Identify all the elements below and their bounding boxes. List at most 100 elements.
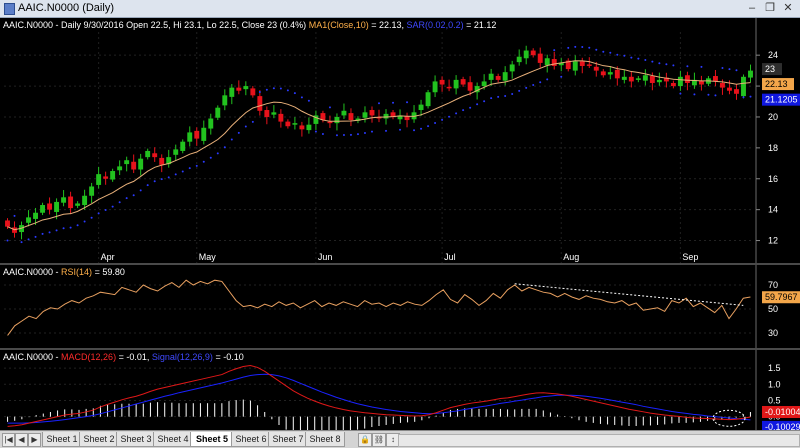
candle	[572, 61, 578, 71]
candle	[180, 141, 186, 151]
sar-dot	[272, 87, 275, 90]
candle	[495, 76, 501, 80]
candle	[383, 113, 389, 119]
macd-value-tag: -0.01004	[765, 407, 800, 417]
candle	[621, 76, 627, 80]
candle	[509, 64, 515, 72]
sar-dot	[721, 66, 724, 69]
sar-dot	[356, 133, 359, 136]
sar-dot	[455, 112, 458, 115]
macd-chart[interactable]: 1.51.00.50.0-0.01004-0.10029	[0, 350, 800, 436]
candle	[544, 58, 550, 66]
sar-dot	[406, 101, 409, 104]
sar-dot	[630, 56, 633, 59]
sar-dot	[34, 235, 37, 238]
maximize-button[interactable]: ❐	[762, 1, 778, 16]
sar-price-tag: 21.1205	[765, 95, 798, 105]
sar-dot	[686, 65, 689, 68]
candle	[418, 104, 424, 111]
price-chart[interactable]: 24222018161412AprMayJunJulAugSep2322.132…	[0, 18, 800, 263]
price-pane[interactable]: 24222018161412AprMayJunJulAugSep2322.132…	[0, 18, 800, 263]
horizontal-scrollbar[interactable]	[398, 434, 800, 447]
rsi-trendline[interactable]	[514, 283, 744, 306]
candle	[348, 113, 354, 121]
sheet-tab[interactable]: Sheet 1	[42, 432, 82, 447]
sar-dot	[399, 128, 402, 131]
chart-window-titlebar[interactable]: AAIC.N0000 (Daily) – ❐ ✕	[0, 0, 800, 18]
sheet-tab[interactable]: Sheet 8	[305, 432, 345, 447]
candle	[250, 88, 256, 96]
candle	[5, 220, 10, 227]
sar-dot	[742, 96, 745, 99]
minimize-button[interactable]: –	[744, 1, 760, 16]
candle	[152, 153, 158, 158]
sar-dot	[167, 176, 170, 179]
candle	[600, 71, 606, 76]
candle	[40, 205, 46, 213]
sar-dot	[6, 239, 9, 242]
candle	[607, 72, 613, 75]
sar-dot	[27, 238, 30, 241]
sar-dot	[637, 57, 640, 60]
sar-dot	[441, 118, 444, 121]
month-label: Aug	[563, 252, 579, 262]
candle	[748, 70, 753, 78]
candle	[285, 121, 291, 127]
prev-sheet-button[interactable]: ◀	[15, 433, 28, 447]
sar-dot	[286, 89, 289, 92]
candle	[187, 132, 193, 142]
sar-dot	[490, 97, 493, 100]
sheet-tab[interactable]: Sheet 5	[190, 432, 234, 447]
sar-dot	[602, 50, 605, 53]
sheet-tab-bar: |◀ ◀ ▶ Sheet 1 Sheet 2 Sheet 3 Sheet 4 Sheet…	[0, 430, 800, 448]
candle	[727, 87, 732, 91]
sheet-tab[interactable]: Sheet 3	[116, 432, 156, 447]
link-icon[interactable]: ⛓	[372, 433, 386, 447]
candle	[257, 96, 263, 111]
candle	[446, 86, 452, 89]
sar-dot	[251, 120, 254, 123]
candle	[124, 160, 130, 165]
sar-dot	[342, 134, 345, 137]
sar-dot	[265, 88, 268, 91]
sar-dot	[511, 92, 514, 95]
candle	[712, 76, 718, 82]
sar-dot	[335, 134, 338, 137]
first-sheet-button[interactable]: |◀	[2, 433, 15, 447]
macd-pane[interactable]: 1.51.00.50.0-0.01004-0.10029 AAIC.N0000 …	[0, 350, 800, 436]
rsi-tick-label: 50	[768, 304, 778, 314]
sar-dot	[202, 160, 205, 163]
candle	[215, 107, 221, 118]
candle	[243, 86, 249, 90]
sheet-tab[interactable]: Sheet 6	[231, 432, 271, 447]
candle	[327, 121, 333, 124]
sar-dot	[595, 48, 598, 51]
sar-dot	[328, 106, 331, 109]
signal-line	[7, 373, 751, 424]
sar-dot	[574, 45, 577, 48]
sheet-tab[interactable]: Sheet 2	[79, 432, 119, 447]
candle	[677, 76, 683, 87]
sheet-tab[interactable]: Sheet 7	[268, 432, 308, 447]
next-sheet-button[interactable]: ▶	[28, 433, 41, 447]
sar-dot	[469, 106, 472, 109]
candle	[516, 56, 522, 63]
sar-dot	[679, 92, 682, 95]
signal-label: Signal(12,26,9)	[151, 352, 213, 362]
candle	[439, 79, 445, 85]
lock-icon[interactable]: 🔒	[358, 433, 372, 447]
rsi-chart[interactable]: 70 50 30 59.7967	[0, 265, 800, 348]
sar-dot	[434, 121, 437, 124]
sar-dot	[76, 224, 79, 227]
candle	[720, 82, 725, 88]
close-button[interactable]: ✕	[780, 1, 796, 16]
candle	[530, 50, 536, 56]
rsi-pane[interactable]: 70 50 30 59.7967 AAIC.N0000 - RSI(14) = 59.…	[0, 265, 800, 348]
candle	[579, 61, 585, 66]
chart-panes[interactable]: 24222018161412AprMayJunJulAugSep2322.132…	[0, 18, 800, 436]
sheet-tab[interactable]: Sheet 4	[153, 432, 193, 447]
candle	[551, 59, 557, 66]
candle	[734, 89, 739, 94]
candle	[229, 87, 235, 97]
candle	[460, 79, 466, 85]
